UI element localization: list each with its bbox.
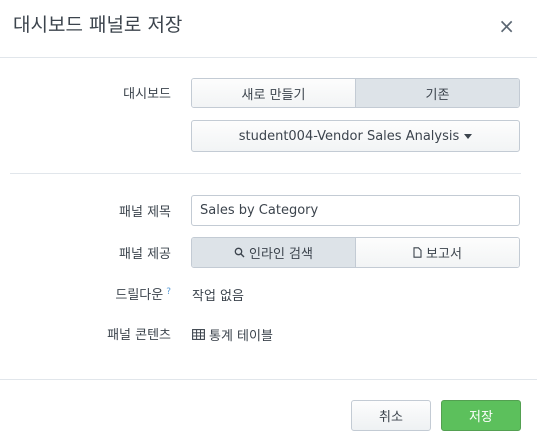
panel-title-input[interactable] bbox=[191, 195, 520, 226]
save-button[interactable]: 저장 bbox=[441, 400, 521, 431]
report-option[interactable]: 보고서 bbox=[355, 238, 519, 267]
caret-down-icon bbox=[464, 133, 473, 139]
dashboard-toggle: 새로 만들기 기존 bbox=[191, 78, 520, 108]
panel-content-value: 통계 테이블 bbox=[192, 325, 273, 344]
inline-search-label: 인라인 검색 bbox=[249, 247, 313, 262]
new-dashboard-option[interactable]: 새로 만들기 bbox=[192, 79, 355, 107]
panel-content-text: 통계 테이블 bbox=[209, 329, 273, 344]
drilldown-label-wrap: 드릴다운? bbox=[115, 284, 171, 303]
panel-content-label: 패널 콘텐츠 bbox=[107, 328, 171, 343]
footer-divider bbox=[0, 379, 537, 380]
panel-source-label: 패널 제공 bbox=[119, 247, 171, 262]
document-icon bbox=[413, 247, 422, 258]
existing-dashboard-option[interactable]: 기존 bbox=[355, 79, 519, 107]
drilldown-value: 작업 없음 bbox=[192, 289, 244, 304]
dashboard-select-value: student004-Vendor Sales Analysis bbox=[238, 128, 460, 144]
cancel-button[interactable]: 취소 bbox=[351, 400, 431, 431]
dashboard-label: 대시보드 bbox=[123, 87, 171, 102]
report-label: 보고서 bbox=[426, 247, 462, 262]
dialog-header: 대시보드 패널로 저장 × bbox=[0, 0, 537, 58]
section-divider bbox=[10, 173, 521, 174]
table-icon bbox=[192, 329, 205, 340]
dialog-title: 대시보드 패널로 저장 bbox=[13, 14, 183, 36]
close-icon[interactable]: × bbox=[498, 16, 515, 36]
help-icon[interactable]: ? bbox=[166, 287, 171, 297]
dashboard-select[interactable]: student004-Vendor Sales Analysis bbox=[191, 120, 520, 152]
search-icon bbox=[234, 247, 245, 258]
panel-title-label: 패널 제목 bbox=[119, 205, 171, 220]
drilldown-label: 드릴다운 bbox=[115, 288, 164, 303]
panel-source-toggle: 인라인 검색 보고서 bbox=[191, 237, 520, 268]
inline-search-option[interactable]: 인라인 검색 bbox=[192, 238, 355, 267]
